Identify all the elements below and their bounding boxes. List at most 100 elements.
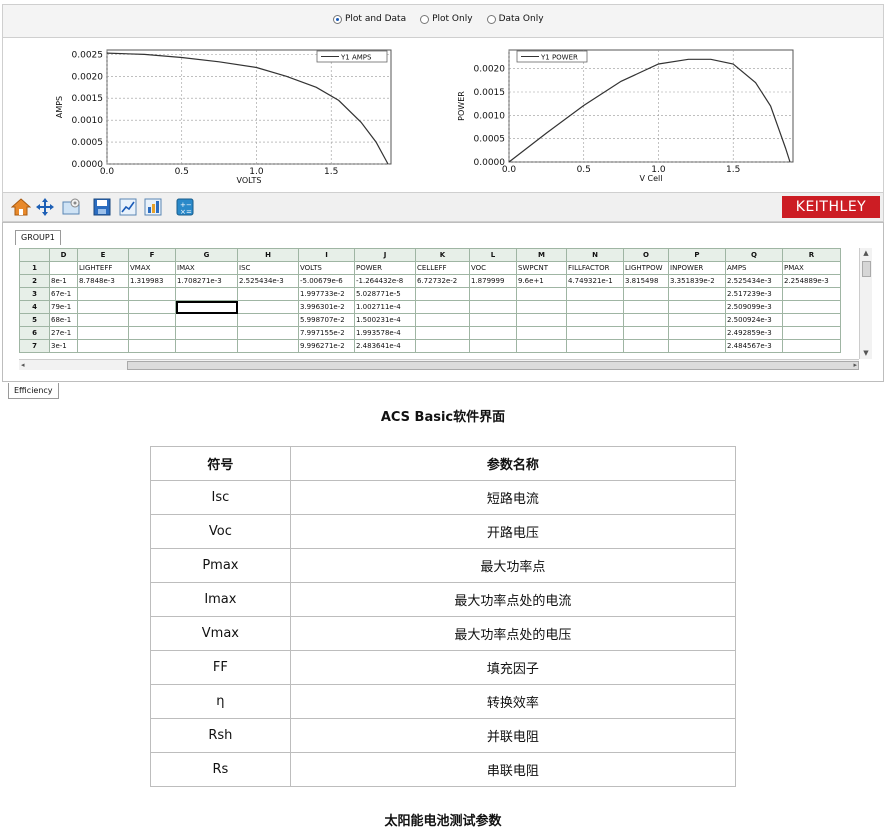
grid-cell[interactable]: [50, 262, 78, 275]
row-header[interactable]: 4: [20, 301, 50, 314]
column-header[interactable]: I: [299, 249, 355, 262]
grid-cell[interactable]: SWPCNT: [517, 262, 567, 275]
grid-cell[interactable]: [78, 340, 129, 353]
horizontal-scrollbar[interactable]: ◂ ▸: [19, 359, 859, 370]
home-icon[interactable]: [11, 197, 31, 217]
grid-cell[interactable]: [567, 288, 624, 301]
grid-cell[interactable]: [624, 340, 669, 353]
grid-cell[interactable]: [176, 314, 238, 327]
grid-cell[interactable]: [567, 301, 624, 314]
grid-cell[interactable]: [129, 314, 176, 327]
grid-cell[interactable]: 9.996271e-2: [299, 340, 355, 353]
grid-cell[interactable]: [567, 327, 624, 340]
grid-cell[interactable]: AMPS: [726, 262, 783, 275]
grid-cell[interactable]: [669, 314, 726, 327]
grid-cell[interactable]: 3.815498: [624, 275, 669, 288]
grid-cell[interactable]: [517, 288, 567, 301]
column-header[interactable]: D: [50, 249, 78, 262]
grid-cell[interactable]: 9.6e+1: [517, 275, 567, 288]
scroll-down-icon[interactable]: ▼: [860, 348, 872, 359]
grid-cell[interactable]: 27e-1: [50, 327, 78, 340]
grid-cell[interactable]: VMAX: [129, 262, 176, 275]
grid-cell[interactable]: [78, 327, 129, 340]
scroll-up-icon[interactable]: ▲: [860, 248, 872, 259]
grid-cell[interactable]: 1.993578e-4: [355, 327, 416, 340]
grid-cell[interactable]: 1.997733e-2: [299, 288, 355, 301]
grid-cell[interactable]: [238, 288, 299, 301]
grid-cell[interactable]: 1.879999: [470, 275, 517, 288]
plot-and-data-radio[interactable]: Plot and Data: [333, 14, 406, 24]
grid-cell[interactable]: [783, 314, 841, 327]
grid-cell[interactable]: [517, 340, 567, 353]
grid-cell[interactable]: -1.264432e-8: [355, 275, 416, 288]
column-header[interactable]: L: [470, 249, 517, 262]
grid-cell[interactable]: [624, 327, 669, 340]
grid-cell[interactable]: [416, 314, 470, 327]
grid-cell[interactable]: 2.483641e-4: [355, 340, 416, 353]
grid-cell[interactable]: 2.517239e-3: [726, 288, 783, 301]
grid-cell[interactable]: 79e-1: [50, 301, 78, 314]
column-header[interactable]: R: [783, 249, 841, 262]
row-header[interactable]: 6: [20, 327, 50, 340]
grid-cell[interactable]: [470, 288, 517, 301]
grid-cell[interactable]: VOC: [470, 262, 517, 275]
grid-cell[interactable]: 2.500924e-3: [726, 314, 783, 327]
grid-cell[interactable]: 7.997155e-2: [299, 327, 355, 340]
grid-cell[interactable]: [517, 314, 567, 327]
grid-cell[interactable]: 3.996301e-2: [299, 301, 355, 314]
grid-cell[interactable]: 2.484567e-3: [726, 340, 783, 353]
grid-cell[interactable]: [176, 327, 238, 340]
grid-cell[interactable]: 2.254889e-3: [783, 275, 841, 288]
column-header[interactable]: K: [416, 249, 470, 262]
grid-cell[interactable]: -5.00679e-6: [299, 275, 355, 288]
grid-cell[interactable]: [470, 340, 517, 353]
grid-cell[interactable]: 67e-1: [50, 288, 78, 301]
grid-cell[interactable]: [669, 288, 726, 301]
grid-cell[interactable]: [176, 301, 238, 314]
grid-cell[interactable]: [567, 340, 624, 353]
column-header[interactable]: N: [567, 249, 624, 262]
save-icon[interactable]: [92, 197, 112, 217]
grid-cell[interactable]: [783, 288, 841, 301]
tab-efficiency[interactable]: Efficiency: [8, 383, 59, 399]
config-icon[interactable]: [61, 197, 81, 217]
scroll-thumb[interactable]: [862, 261, 871, 277]
export-icon[interactable]: [143, 197, 163, 217]
grid-cell[interactable]: 1.002711e-4: [355, 301, 416, 314]
grid-cell[interactable]: INPOWER: [669, 262, 726, 275]
grid-cell[interactable]: IMAX: [176, 262, 238, 275]
grid-cell[interactable]: [517, 301, 567, 314]
grid-cell[interactable]: LIGHTEFF: [78, 262, 129, 275]
row-header[interactable]: 7: [20, 340, 50, 353]
data-only-radio[interactable]: Data Only: [487, 14, 544, 24]
row-header[interactable]: 2: [20, 275, 50, 288]
grid-cell[interactable]: [176, 288, 238, 301]
grid-cell[interactable]: [783, 340, 841, 353]
grid-cell[interactable]: 68e-1: [50, 314, 78, 327]
grid-cell[interactable]: [416, 340, 470, 353]
column-header[interactable]: H: [238, 249, 299, 262]
grid-cell[interactable]: CELLEFF: [416, 262, 470, 275]
grid-cell[interactable]: [238, 314, 299, 327]
grid-cell[interactable]: [624, 301, 669, 314]
grid-cell[interactable]: POWER: [355, 262, 416, 275]
grid-cell[interactable]: 2.509099e-3: [726, 301, 783, 314]
grid-cell[interactable]: [78, 314, 129, 327]
column-header[interactable]: F: [129, 249, 176, 262]
grid-cell[interactable]: 2.525434e-3: [238, 275, 299, 288]
grid-cell[interactable]: 2.492859e-3: [726, 327, 783, 340]
column-header[interactable]: P: [669, 249, 726, 262]
grid-cell[interactable]: [669, 301, 726, 314]
grid-cell[interactable]: LIGHTPOW: [624, 262, 669, 275]
column-header[interactable]: O: [624, 249, 669, 262]
scroll-right-icon[interactable]: ▸: [853, 360, 857, 370]
grid-cell[interactable]: 8e-1: [50, 275, 78, 288]
tab-group1[interactable]: GROUP1: [15, 230, 61, 245]
grid-cell[interactable]: [129, 327, 176, 340]
grid-cell[interactable]: [470, 314, 517, 327]
grid-cell[interactable]: 6.72732e-2: [416, 275, 470, 288]
grid-cell[interactable]: [416, 288, 470, 301]
scroll-thumb[interactable]: [127, 361, 859, 370]
grid-cell[interactable]: [129, 301, 176, 314]
grid-cell[interactable]: VOLTS: [299, 262, 355, 275]
